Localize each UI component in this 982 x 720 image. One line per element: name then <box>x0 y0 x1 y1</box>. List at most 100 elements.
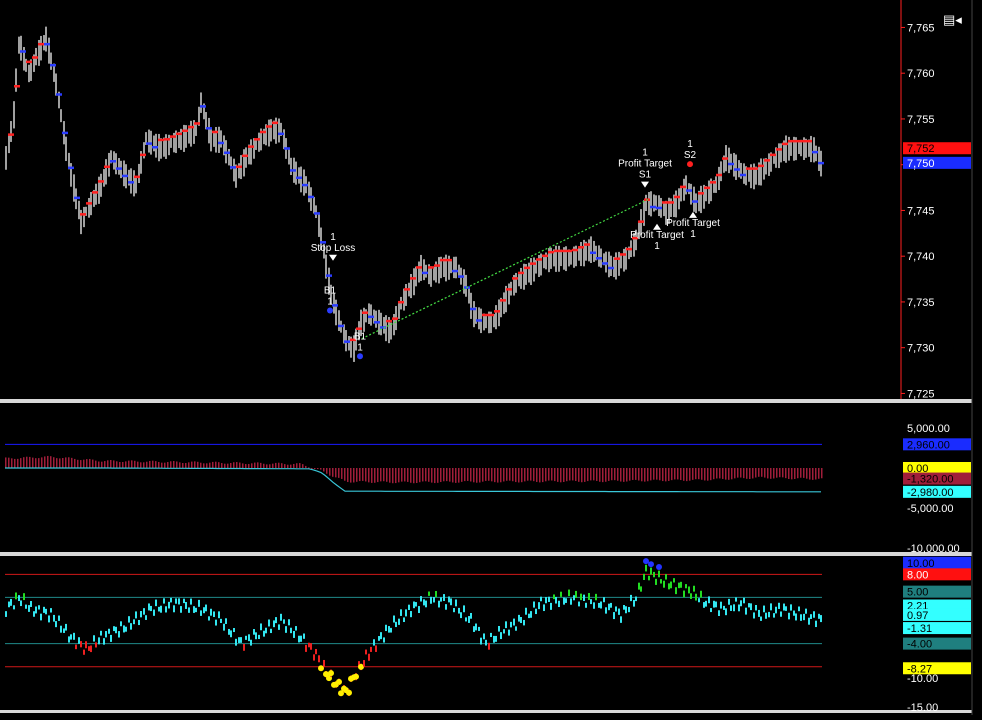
histogram-bar <box>488 468 490 481</box>
oscillator-bar <box>485 639 487 646</box>
oscillator-bar <box>298 635 300 643</box>
oscillator-bar <box>390 627 392 633</box>
oscillator-bar <box>510 621 512 628</box>
histogram-bar <box>803 468 805 478</box>
oscillator-bar <box>283 619 285 624</box>
oscillator-bar <box>178 598 180 605</box>
oscillator-bar <box>190 598 192 605</box>
histogram-bar <box>524 468 526 482</box>
histogram-bar <box>503 468 505 482</box>
histogram-bar <box>29 456 31 468</box>
up-level-mark <box>254 138 260 141</box>
chart-canvas[interactable]: 7,765 7,760 7,755 7,750 7,745 7,740 7,735 7,730… <box>0 0 982 715</box>
price-bar <box>650 191 652 217</box>
histogram-bar <box>644 468 646 482</box>
up-level-mark <box>404 288 410 291</box>
panel-separator-bottom[interactable] <box>0 552 972 556</box>
up-level-mark <box>518 271 524 275</box>
up-level-mark <box>704 186 710 190</box>
oscillator-bar <box>755 604 757 611</box>
price-bar <box>578 247 580 261</box>
oscillator-bar <box>473 626 475 632</box>
oscillator-bar <box>243 643 245 651</box>
histogram-bar <box>374 468 376 483</box>
up-level-mark <box>572 248 578 252</box>
oscillator-bar <box>215 619 217 626</box>
up-level-mark <box>488 313 494 317</box>
down-level-mark <box>284 147 290 150</box>
histogram-bar <box>128 460 130 468</box>
oscillator-bar <box>660 579 662 584</box>
histogram-bar <box>620 468 622 482</box>
histogram-bar <box>809 468 811 480</box>
oscillator-bar <box>128 616 130 623</box>
price-bar <box>15 68 17 92</box>
histogram-bar <box>296 463 298 468</box>
trade-label-text: 1 <box>687 139 693 150</box>
histogram-bar <box>437 468 439 483</box>
oscillator-bar <box>180 606 182 613</box>
price-tick-label: 7,760 <box>907 68 935 80</box>
toolbar-menu[interactable]: ▤◂ <box>943 12 962 27</box>
trade-label-text: S1 <box>639 170 652 181</box>
price-bar <box>300 166 302 193</box>
up-level-mark <box>8 133 14 136</box>
down-level-mark <box>686 189 692 192</box>
price-bar <box>778 143 780 169</box>
price-bar <box>390 322 392 340</box>
histogram-bar <box>746 468 748 479</box>
oscillator-bar <box>210 608 212 616</box>
up-level-mark <box>722 157 728 160</box>
oscillator-bar <box>583 594 585 602</box>
histogram-bar <box>209 462 211 468</box>
histogram-bar <box>572 468 574 481</box>
histogram-bar <box>686 468 688 482</box>
oscillator-bar <box>20 600 22 607</box>
histogram-bar <box>383 468 385 482</box>
price-bar <box>278 118 280 143</box>
up-level-mark <box>386 319 392 323</box>
down-level-mark <box>20 50 26 53</box>
up-level-mark <box>80 213 86 216</box>
price-bar <box>168 134 170 156</box>
oscillator-bar <box>563 597 565 605</box>
price-bar <box>570 250 572 265</box>
indicator-tick-label: -10,000.00 <box>907 543 960 555</box>
price-bar <box>593 240 595 262</box>
menu-icon[interactable]: ▤◂ <box>943 12 962 27</box>
histogram-bar <box>680 468 682 481</box>
price-bar <box>148 129 150 153</box>
price-bar <box>413 268 415 296</box>
indicator-tick-label: 5,000.00 <box>907 423 950 435</box>
up-level-mark <box>248 145 254 148</box>
oscillator-bar <box>35 606 37 614</box>
down-level-mark <box>74 196 80 200</box>
up-level-mark <box>662 201 668 204</box>
oscillator-bar <box>83 649 85 655</box>
oscillator-bar <box>323 659 325 667</box>
histogram-bar <box>728 468 730 480</box>
oscillator-bar <box>78 637 80 644</box>
price-bar <box>380 312 382 336</box>
histogram-bar <box>704 468 706 481</box>
price-bar <box>658 195 660 217</box>
oscillator-bar <box>108 628 110 634</box>
panel-separator-top[interactable] <box>0 399 972 403</box>
up-level-mark <box>674 195 680 199</box>
oscillator-bar <box>550 602 552 610</box>
price-bar <box>608 251 610 278</box>
price-bar <box>528 262 530 283</box>
trade-label-text: B1 <box>354 331 367 342</box>
histogram-bar <box>290 464 292 468</box>
oscillator-bar <box>175 598 177 604</box>
oscillator-bar <box>208 616 210 621</box>
price-bar <box>535 259 537 274</box>
price-bar <box>680 185 682 202</box>
histogram-bar <box>539 468 541 483</box>
price-bar <box>790 140 792 156</box>
down-level-mark <box>338 324 344 328</box>
oscillator-bar <box>515 626 517 631</box>
histogram-bar <box>575 468 577 482</box>
histogram-bar <box>701 468 703 480</box>
histogram-bar <box>242 463 244 468</box>
